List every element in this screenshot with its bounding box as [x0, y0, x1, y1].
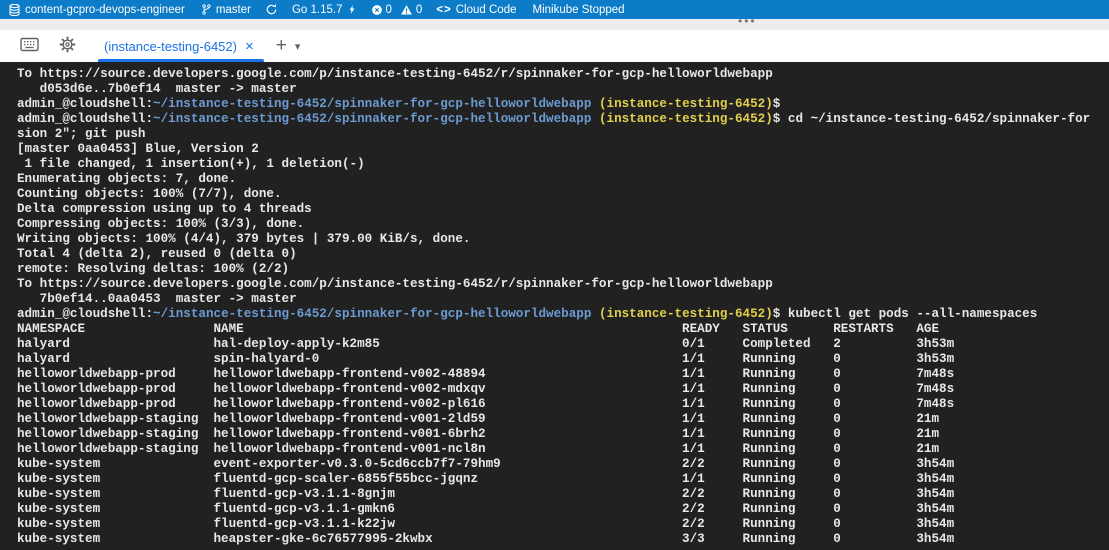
minikube-status[interactable]: Minikube Stopped — [532, 4, 624, 16]
terminal-line: d053d6e..7b0ef14 master -> master — [17, 82, 1109, 97]
terminal-tab[interactable]: (instance-testing-6452) × — [98, 30, 264, 62]
terminal-line: helloworldwebapp-staging helloworldwebap… — [17, 442, 1109, 457]
keyboard-icon — [20, 37, 39, 55]
terminal-line: To https://source.developers.google.com/… — [17, 277, 1109, 292]
drag-handle-icon: ••• — [738, 16, 757, 27]
terminal-line: kube-system fluentd-gcp-v3.1.1-gmkn6 2/2… — [17, 502, 1109, 517]
gear-icon — [59, 36, 76, 56]
terminal-line: Writing objects: 100% (4/4), 379 bytes |… — [17, 232, 1109, 247]
status-bar: content-gcpro-devops-engineer master — [0, 0, 1109, 19]
terminal[interactable]: To https://source.developers.google.com/… — [0, 62, 1109, 550]
problems-indicator[interactable]: 0 0 — [371, 4, 423, 16]
terminal-tab-label: (instance-testing-6452) — [104, 39, 237, 54]
terminal-line: helloworldwebapp-staging helloworldwebap… — [17, 412, 1109, 427]
terminal-line: kube-system fluentd-gcp-v3.1.1-8gnjm 2/2… — [17, 487, 1109, 502]
terminal-line: sion 2"; git push — [17, 127, 1109, 142]
terminal-line: Counting objects: 100% (7/7), done. — [17, 187, 1109, 202]
warning-icon — [400, 4, 413, 16]
terminal-line: helloworldwebapp-prod helloworldwebapp-f… — [17, 367, 1109, 382]
terminal-line: helloworldwebapp-prod helloworldwebapp-f… — [17, 397, 1109, 412]
keyboard-button[interactable] — [20, 37, 39, 55]
terminal-line: Delta compression using up to 4 threads — [17, 202, 1109, 217]
terminal-line: halyard spin-halyard-0 1/1 Running 0 3h5… — [17, 352, 1109, 367]
panel-splitter[interactable]: ••• — [0, 19, 1109, 30]
cloud-code-label: Cloud Code — [456, 4, 517, 16]
terminal-line: Enumerating objects: 7, done. — [17, 172, 1109, 187]
project-indicator[interactable]: content-gcpro-devops-engineer — [8, 3, 185, 17]
terminal-menu-button[interactable]: ▾ — [295, 40, 301, 53]
terminal-line: helloworldwebapp-prod helloworldwebapp-f… — [17, 382, 1109, 397]
terminal-line: 7b0ef14..0aa0453 master -> master — [17, 292, 1109, 307]
terminal-line: admin_@cloudshell:~/instance-testing-645… — [17, 97, 1109, 112]
lightning-icon — [347, 3, 357, 16]
plus-icon: + — [276, 35, 287, 57]
terminal-line: halyard hal-deploy-apply-k2m85 0/1 Compl… — [17, 337, 1109, 352]
terminal-line: remote: Resolving deltas: 100% (2/2) — [17, 262, 1109, 277]
go-version: Go 1.15.7 — [292, 4, 343, 16]
new-terminal-button[interactable]: + — [276, 35, 287, 57]
branch-name: master — [216, 4, 251, 16]
terminal-line: NAMESPACE NAME READY STATUS RESTARTS AGE — [17, 322, 1109, 337]
terminal-line: Total 4 (delta 2), reused 0 (delta 0) — [17, 247, 1109, 262]
error-count: 0 — [386, 4, 392, 16]
cloud-code-indicator[interactable]: <> Cloud Code — [436, 4, 516, 16]
terminal-line: kube-system event-exporter-v0.3.0-5cd6cc… — [17, 457, 1109, 472]
terminal-line: To https://source.developers.google.com/… — [17, 67, 1109, 82]
terminal-output: To https://source.developers.google.com/… — [17, 67, 1109, 547]
code-brackets-icon: <> — [436, 4, 451, 16]
git-branch-indicator[interactable]: master — [201, 3, 251, 16]
warning-count: 0 — [416, 4, 422, 16]
terminal-line: helloworldwebapp-staging helloworldwebap… — [17, 427, 1109, 442]
close-icon[interactable]: × — [245, 39, 254, 54]
terminal-line: admin_@cloudshell:~/instance-testing-645… — [17, 307, 1109, 322]
terminal-line: kube-system heapster-gke-6c76577995-2kwb… — [17, 532, 1109, 547]
go-version-indicator[interactable]: Go 1.15.7 — [292, 3, 357, 16]
cloud-shell-window: content-gcpro-devops-engineer master — [0, 0, 1109, 550]
project-name: content-gcpro-devops-engineer — [25, 4, 185, 16]
chevron-down-icon: ▾ — [295, 40, 301, 53]
terminal-line: admin_@cloudshell:~/instance-testing-645… — [17, 112, 1109, 127]
terminal-line: kube-system fluentd-gcp-v3.1.1-k22jw 2/2… — [17, 517, 1109, 532]
sync-icon — [265, 3, 278, 16]
terminal-line: Compressing objects: 100% (3/3), done. — [17, 217, 1109, 232]
error-icon — [371, 4, 383, 16]
sync-button[interactable] — [265, 3, 278, 16]
terminal-line: 1 file changed, 1 insertion(+), 1 deleti… — [17, 157, 1109, 172]
terminal-line: kube-system fluentd-gcp-scaler-6855f55bc… — [17, 472, 1109, 487]
minikube-label: Minikube Stopped — [532, 4, 624, 16]
terminal-line: [master 0aa0453] Blue, Version 2 — [17, 142, 1109, 157]
terminal-settings-button[interactable] — [59, 36, 76, 56]
database-icon — [8, 3, 21, 17]
git-branch-icon — [201, 3, 212, 16]
terminal-tab-bar: (instance-testing-6452) × + ▾ — [0, 30, 1109, 62]
